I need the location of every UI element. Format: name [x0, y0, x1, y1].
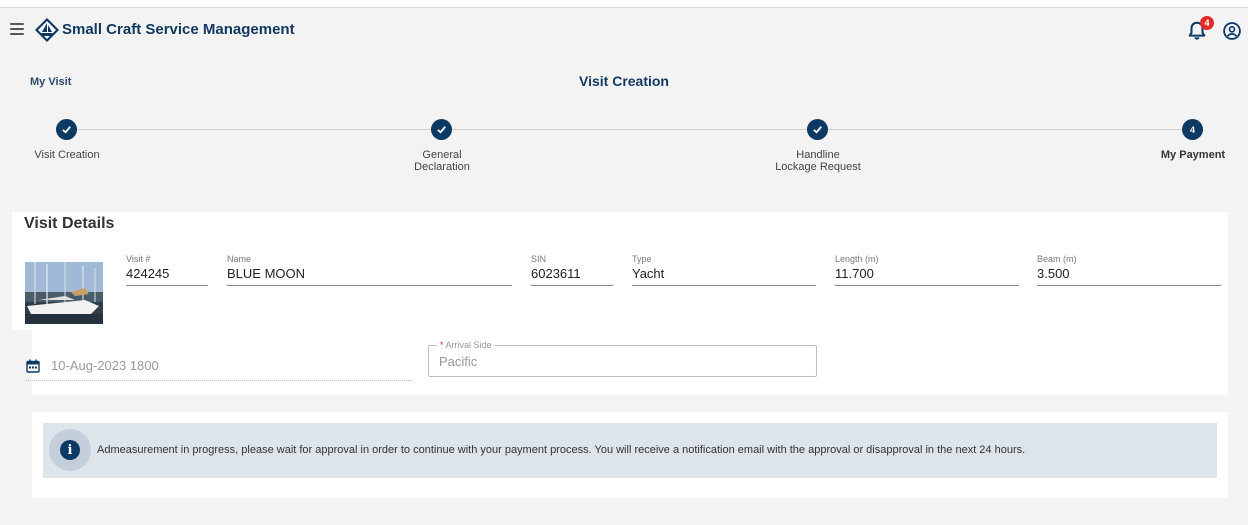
visit-number-label: Visit #: [126, 254, 151, 264]
step-2-check-icon: [431, 119, 452, 140]
info-icon: i: [60, 440, 80, 460]
step-3-label: Handline Lockage Request: [775, 149, 861, 173]
info-icon-container: i: [49, 429, 91, 471]
arrival-date-field[interactable]: 10-Aug-2023 1800: [26, 356, 411, 381]
vessel-name-label: Name: [227, 254, 252, 264]
visit-details-title: Visit Details: [24, 215, 115, 232]
length-label: Length (m): [835, 254, 879, 264]
step-3-check-icon: [807, 119, 828, 140]
arrival-side-label: * Arrival Side: [437, 340, 495, 350]
arrival-side-label-text: Arrival Side: [445, 340, 492, 350]
app-logo-icon: [35, 18, 59, 42]
vessel-type-value: Yacht: [632, 266, 665, 281]
notification-count-badge: 4: [1200, 16, 1214, 30]
step-4-number: 4: [1182, 119, 1203, 140]
step-1-label: Visit Creation: [34, 149, 100, 161]
arrival-date-value: 10-Aug-2023 1800: [51, 358, 159, 373]
step-2-label: General Declaration: [414, 149, 470, 173]
beam-value: 3.500: [1037, 266, 1070, 281]
account-circle-icon[interactable]: [1222, 21, 1242, 41]
arrival-side-value: Pacific: [439, 354, 478, 369]
beam-field: Beam (m) 3.500: [1037, 254, 1221, 286]
sin-value: 6023611: [531, 266, 581, 281]
arrival-side-select[interactable]: * Arrival Side Pacific: [428, 340, 817, 377]
app-bar: Small Craft Service Management 4: [0, 9, 1248, 53]
step-1-check-icon: [56, 119, 77, 140]
hamburger-menu-icon[interactable]: [10, 23, 24, 35]
visit-number-field: Visit # 424245: [126, 254, 208, 286]
stepper-connector-line: [66, 129, 1192, 130]
length-value: 11.700: [835, 266, 874, 281]
vessel-name-value: BLUE MOON: [227, 266, 306, 281]
sin-label: SIN: [531, 254, 547, 264]
vessel-type-label: Type: [632, 254, 652, 264]
calendar-icon[interactable]: [26, 359, 40, 373]
step-4-label: My Payment: [1160, 149, 1226, 161]
top-edge: [0, 0, 1248, 8]
sin-field: SIN 6023611: [531, 254, 613, 286]
info-message: Admeasurement in progress, please wait f…: [97, 444, 1026, 456]
vessel-photo: [25, 262, 103, 324]
vessel-name-field: Name BLUE MOON: [227, 254, 512, 286]
vessel-type-field: Type Yacht: [632, 254, 816, 286]
required-mark: *: [440, 340, 444, 350]
visit-number-value: 424245: [126, 266, 170, 281]
app-title: Small Craft Service Management: [62, 21, 295, 38]
admeasurement-info-banner: i Admeasurement in progress, please wait…: [43, 423, 1217, 478]
beam-label: Beam (m): [1037, 254, 1077, 264]
length-field: Length (m) 11.700: [835, 254, 1019, 286]
page-title: Visit Creation: [579, 73, 669, 89]
